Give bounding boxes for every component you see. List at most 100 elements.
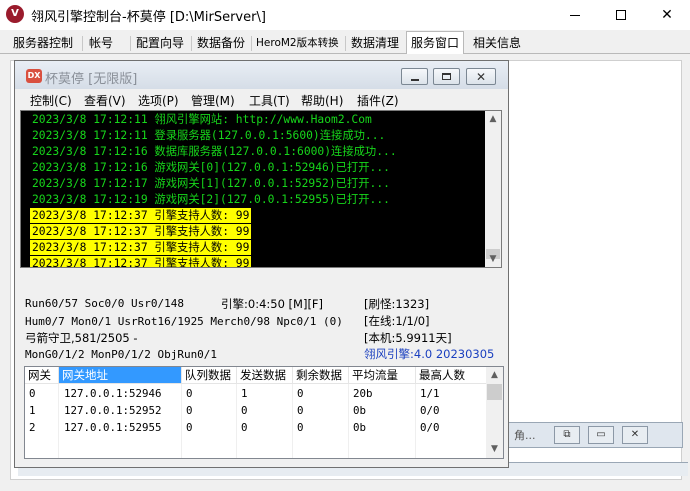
column-header-queue[interactable]: 队列数据 xyxy=(182,367,237,384)
background-window-bar[interactable]: 角... ⧉ ▭ ✕ xyxy=(503,422,683,448)
tab-related-info[interactable]: 相关信息 xyxy=(469,34,525,54)
tab-data-backup[interactable]: 数据备份 xyxy=(193,34,249,54)
log-line: 2023/3/8 17:12:11 登录服务器(127.0.0.1:5600)连… xyxy=(32,129,386,142)
tab-divider xyxy=(82,36,83,51)
monster-stats: MonG0/1/2 MonP0/1/2 ObjRun0/1 xyxy=(25,348,218,361)
table-cell[interactable]: 0 xyxy=(182,385,193,402)
table-cell[interactable]: 0 xyxy=(25,385,36,402)
column-header-remaining[interactable]: 剩余数据 xyxy=(293,367,349,384)
column-header-sent[interactable]: 发送数据 xyxy=(237,367,293,384)
log-line: 2023/3/8 17:12:11 翎风引擎网站: http://www.Hao… xyxy=(32,113,372,126)
background-restore-button[interactable]: ⧉ xyxy=(554,426,580,444)
table-cell[interactable]: 2 xyxy=(25,419,36,436)
local-expiry: [本机:5.9911天] xyxy=(364,331,452,345)
table-cell[interactable]: 0 xyxy=(293,419,304,436)
console-title-bar[interactable]: DX 杯莫停 [无限版] ✕ xyxy=(15,61,508,89)
dx-logo-icon: DX xyxy=(26,69,42,83)
menu-tools[interactable]: 工具(T) xyxy=(249,92,290,109)
table-cell[interactable]: 0/0 xyxy=(416,419,440,436)
table-cell[interactable]: 127.0.0.1:52955 xyxy=(60,419,162,436)
window-title: 翎风引擎控制台-杯莫停 [D:\MirServer\] xyxy=(31,10,266,25)
service-console-window: DX 杯莫停 [无限版] ✕ 控制(C) 查看(V) 选项(P) 管理(M) 工… xyxy=(14,60,509,468)
background-maximize-button[interactable]: ▭ xyxy=(588,426,614,444)
console-menu-bar: 控制(C) 查看(V) 选项(P) 管理(M) 工具(T) 帮助(H) 插件(Z… xyxy=(15,89,508,111)
console-close-button[interactable]: ✕ xyxy=(466,68,496,85)
online-count: [在线:1/1/0] xyxy=(364,314,430,328)
tab-account[interactable]: 帐号 xyxy=(85,34,117,54)
table-cell[interactable]: 0b xyxy=(349,419,366,436)
table-cell[interactable]: 0 xyxy=(237,419,248,436)
log-output[interactable]: 2023/3/8 17:12:11 翎风引擎网站: http://www.Hao… xyxy=(20,110,502,268)
log-line-highlight: 2023/3/8 17:12:37 引擎支持人数: 99 xyxy=(30,256,252,267)
menu-manage[interactable]: 管理(M) xyxy=(191,92,235,109)
menu-plugins[interactable]: 插件(Z) xyxy=(357,92,399,109)
scroll-up-icon[interactable]: ▲ xyxy=(486,367,503,383)
gateway-table-header: 网关 网关地址 队列数据 发送数据 剩余数据 平均流量 最高人数 xyxy=(25,367,487,384)
scroll-thumb[interactable] xyxy=(487,384,502,400)
table-cell[interactable]: 1 xyxy=(25,402,36,419)
column-header-max-users[interactable]: 最高人数 xyxy=(416,367,487,384)
console-title: 杯莫停 [无限版] xyxy=(45,72,138,87)
gateway-table[interactable]: 网关 网关地址 队列数据 发送数据 剩余数据 平均流量 最高人数 0 127.0… xyxy=(24,366,504,459)
table-cell[interactable]: 0 xyxy=(237,402,248,419)
table-scrollbar[interactable]: ▲ ▼ xyxy=(486,367,503,458)
tab-service-window[interactable]: 服务窗口 xyxy=(406,31,465,54)
maximize-icon xyxy=(442,73,451,80)
minimize-icon xyxy=(570,14,580,16)
console-maximize-button[interactable] xyxy=(433,68,460,85)
table-cell[interactable]: 127.0.0.1:52952 xyxy=(60,402,162,419)
column-header-gateway[interactable]: 网关 xyxy=(25,367,59,384)
tab-data-cleanup[interactable]: 数据清理 xyxy=(347,34,403,54)
close-icon: ✕ xyxy=(661,7,673,23)
app-title-bar: V 翎风引擎控制台-杯莫停 [D:\MirServer\] ✕ xyxy=(0,0,690,30)
scroll-down-icon[interactable]: ▼ xyxy=(486,441,503,457)
engine-version: 翎风引擎:4.0 20230305 xyxy=(364,347,495,361)
guard-status: 弓箭守卫,581/2505 - xyxy=(25,331,138,345)
background-close-button[interactable]: ✕ xyxy=(622,426,648,444)
console-minimize-button[interactable] xyxy=(401,68,428,85)
close-button[interactable]: ✕ xyxy=(644,0,690,30)
minimize-icon xyxy=(410,78,419,81)
maximize-icon xyxy=(616,10,626,20)
hum-stats: Hum0/7 Mon0/1 UsrRot16/1925 Merch0/98 Np… xyxy=(25,315,343,328)
log-line-highlight: 2023/3/8 17:12:37 引擎支持人数: 99 xyxy=(30,208,252,223)
main-tab-bar: 服务器控制 帐号 配置向导 数据备份 HeroM2版本转换 数据清理 服务窗口 … xyxy=(0,30,690,54)
table-cell[interactable]: 0b xyxy=(349,402,366,419)
table-cell[interactable]: 127.0.0.1:52946 xyxy=(60,385,162,402)
run-stats: Run60/57 Soc0/0 Usr0/148 xyxy=(25,297,184,310)
menu-view[interactable]: 查看(V) xyxy=(84,92,126,109)
maximize-button[interactable] xyxy=(598,0,644,30)
engine-uptime: 引擎:0:4:50 [M][F] xyxy=(221,297,324,311)
menu-options[interactable]: 选项(P) xyxy=(138,92,179,109)
tab-divider xyxy=(130,36,131,51)
table-cell[interactable]: 0 xyxy=(293,385,304,402)
log-scrollbar[interactable]: ▲ ▼ xyxy=(485,111,501,267)
menu-control[interactable]: 控制(C) xyxy=(30,92,72,109)
log-line: 2023/3/8 17:12:17 游戏网关[1](127.0.0.1:5295… xyxy=(32,177,390,190)
scroll-up-icon[interactable]: ▲ xyxy=(485,111,501,127)
table-cell[interactable]: 20b xyxy=(349,385,373,402)
tab-divider xyxy=(345,36,346,51)
refresh-monster-count: [刷怪:1323] xyxy=(364,297,430,311)
table-cell[interactable]: 0/0 xyxy=(416,402,440,419)
background-window-title: 角... xyxy=(514,429,536,442)
app-logo-icon: V xyxy=(6,5,24,23)
table-cell[interactable]: 0 xyxy=(182,419,193,436)
tab-server-control[interactable]: 服务器控制 xyxy=(9,34,77,54)
log-line: 2023/3/8 17:12:19 游戏网关[2](127.0.0.1:5295… xyxy=(32,193,390,206)
menu-help[interactable]: 帮助(H) xyxy=(301,92,343,109)
log-line-highlight: 2023/3/8 17:12:37 引擎支持人数: 99 xyxy=(30,240,252,255)
tab-config-wizard[interactable]: 配置向导 xyxy=(132,34,188,54)
table-cell[interactable]: 0 xyxy=(293,402,304,419)
minimize-button[interactable] xyxy=(552,0,598,30)
tab-herom2-convert[interactable]: HeroM2版本转换 xyxy=(252,34,343,54)
log-line: 2023/3/8 17:12:16 游戏网关[0](127.0.0.1:5294… xyxy=(32,161,390,174)
table-cell[interactable]: 0 xyxy=(182,402,193,419)
close-icon: ✕ xyxy=(475,69,487,84)
column-header-avg-traffic[interactable]: 平均流量 xyxy=(349,367,416,384)
column-header-address[interactable]: 网关地址 xyxy=(59,367,182,384)
table-cell[interactable]: 1 xyxy=(237,385,248,402)
log-line-highlight: 2023/3/8 17:12:37 引擎支持人数: 99 xyxy=(30,224,252,239)
scroll-down-icon[interactable]: ▼ xyxy=(485,251,501,267)
table-cell[interactable]: 1/1 xyxy=(416,385,440,402)
